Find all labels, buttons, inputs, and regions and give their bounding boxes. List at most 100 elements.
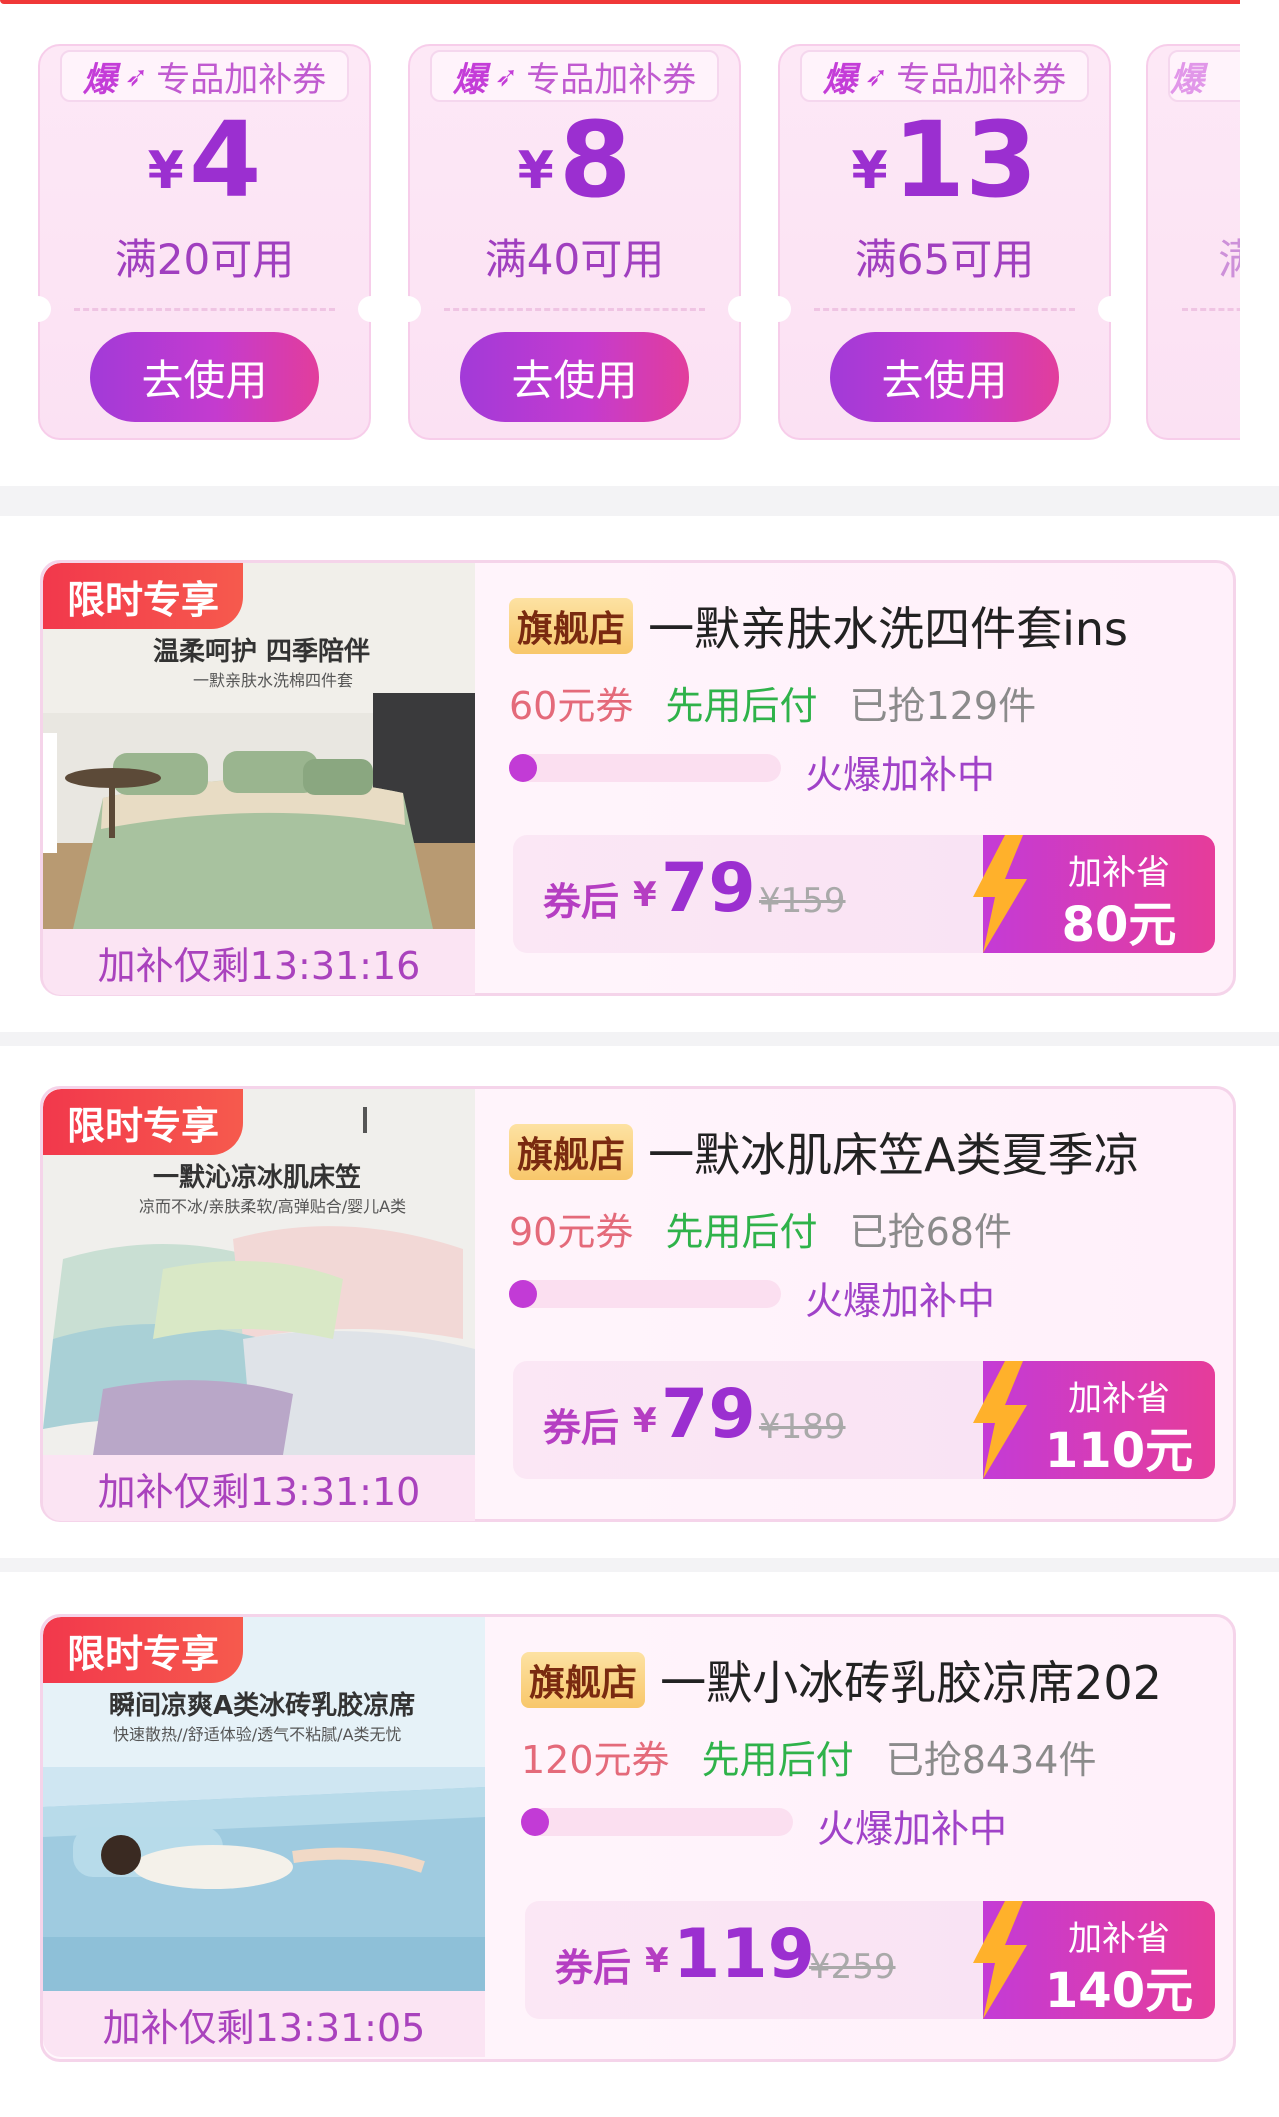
- coupon-condition: 满65可用: [854, 235, 1035, 284]
- coupon-card[interactable]: 爆 ➶ 专品加补券 ¥ 8 满40可用 去使用: [395, 44, 754, 440]
- save-amount: 110元: [1044, 1423, 1194, 1479]
- image-subline: 凉而不冰/亲肤柔软/高弹贴合/婴儿A类: [139, 1197, 407, 1216]
- countdown-timer: 加补仅剩13:31:10: [43, 1455, 475, 1521]
- coupon-amount: ¥ 13: [780, 108, 1109, 212]
- coupon-value-label: 90元券: [509, 1210, 634, 1254]
- bottom-spacer: [0, 2090, 1279, 2117]
- price-currency: ¥: [633, 875, 657, 915]
- product-card[interactable]: 限时专享 一默沁凉冰肌床笠 凉而不冰/亲肤柔软/高弹贴合/婴儿A类 加补仅剩13…: [40, 1086, 1236, 1522]
- flagship-badge: 旗舰店: [509, 598, 634, 654]
- progress-row: 火爆加补中: [509, 744, 1213, 797]
- price-currency: ¥: [645, 1941, 669, 1981]
- progress-fill: [521, 1808, 549, 1836]
- image-headline: 一默沁凉冰肌床笠: [153, 1163, 362, 1193]
- currency-symbol: ¥: [517, 141, 554, 201]
- progress-row: 火爆加补中: [521, 1798, 1213, 1851]
- limited-offer-badge: 限时专享: [43, 563, 244, 629]
- price-box[interactable]: 券后 ¥ 79 ¥189 加补省 110元: [513, 1361, 1215, 1479]
- progress-label: 火爆加补中: [817, 1807, 1008, 1851]
- coupon-tag-label: 专品加补券: [896, 59, 1067, 100]
- product-info: 旗舰店 一默小冰砖乳胶凉席202 120元券 先用后付 已抢8434件 火爆加补…: [521, 1647, 1213, 1851]
- pay-later-label: 先用后付: [701, 1738, 854, 1782]
- product-image[interactable]: 限时专享 一默沁凉冰肌床笠 凉而不冰/亲肤柔软/高弹贴合/婴儿A类: [43, 1089, 475, 1455]
- image-subline: 快速散热//舒适体验/透气不粘腻/A类无忧: [113, 1725, 402, 1744]
- section-gap: [0, 1558, 1279, 1572]
- use-coupon-button[interactable]: 去使用: [460, 332, 689, 422]
- after-coupon-label: 券后: [555, 1946, 632, 1990]
- subsidy-save-badge: 加补省 140元: [973, 1901, 1215, 2019]
- progress-bar: [509, 1280, 781, 1308]
- title-row: 旗舰店 一默冰肌床笠A类夏季凉: [509, 1119, 1213, 1185]
- coupon-notch: [358, 296, 384, 322]
- sold-count: 已抢68件: [849, 1210, 1012, 1254]
- hot-label: 爆: [452, 59, 487, 100]
- image-subline: 一默亲肤水洗棉四件套: [193, 671, 354, 690]
- progress-fill: [509, 754, 537, 782]
- currency-symbol: ¥: [851, 141, 888, 201]
- coupon-tag: 爆 ➶ 专品加补券: [430, 50, 719, 102]
- coupon-notch: [395, 296, 421, 322]
- after-coupon-label: 券后: [543, 880, 620, 924]
- original-price: ¥159: [759, 881, 846, 921]
- image-headline: 温柔呵护 四季陪伴: [153, 637, 371, 667]
- price-box[interactable]: 券后 ¥ 119 ¥259 加补省 140元: [525, 1901, 1215, 2019]
- coupon-tag: 爆 ➶ 专品加补券: [60, 50, 349, 102]
- coupon-value: 13: [892, 99, 1038, 221]
- section-gap: [0, 1032, 1279, 1046]
- product-image[interactable]: 限时专享 温柔呵护 四季陪伴 一默亲肤水洗棉四件套: [43, 563, 475, 929]
- limited-offer-badge: 限时专享: [43, 1617, 244, 1683]
- hot-label: 爆: [82, 59, 117, 100]
- sold-count: 已抢8434件: [885, 1738, 1097, 1782]
- product-title[interactable]: 一默冰肌床笠A类夏季凉: [648, 1119, 1139, 1185]
- progress-row: 火爆加补中: [509, 1270, 1213, 1323]
- bolt-icon: ➶: [494, 59, 519, 93]
- product-info: 旗舰店 一默冰肌床笠A类夏季凉 90元券 先用后付 已抢68件 火爆加补中: [509, 1119, 1213, 1323]
- coupon-value: 8: [558, 99, 632, 221]
- final-price: 119: [673, 1915, 815, 1994]
- product-title[interactable]: 一默小冰砖乳胶凉席202: [660, 1647, 1162, 1713]
- sold-count: 已抢129件: [849, 684, 1037, 728]
- pay-later-label: 先用后付: [665, 684, 818, 728]
- flagship-badge: 旗舰店: [521, 1652, 646, 1708]
- coupon-tag: 爆 ➶ 专品加补券: [800, 50, 1089, 102]
- currency-symbol: ¥: [147, 141, 184, 201]
- hot-label: 爆: [822, 59, 857, 100]
- price-box[interactable]: 券后 ¥ 79 ¥159 加补省 80元: [513, 835, 1215, 953]
- coupon-card[interactable]: 爆 ➶ 专品加补券 ¥ 13 满65可用 去使用: [765, 44, 1124, 440]
- product-title[interactable]: 一默亲肤水洗四件套ins: [648, 593, 1128, 659]
- product-info: 旗舰店 一默亲肤水洗四件套ins 60元券 先用后付 已抢129件 火爆加补中: [509, 593, 1213, 797]
- original-price: ¥189: [759, 1407, 846, 1447]
- coupon-condition: 满40可用: [484, 235, 665, 284]
- coupon-value-label: 120元券: [521, 1738, 670, 1782]
- use-coupon-button[interactable]: 去使用: [90, 332, 319, 422]
- coupon-notch: [728, 296, 754, 322]
- coupon-tag-label: 专品加补券: [526, 59, 697, 100]
- progress-label: 火爆加补中: [805, 1279, 996, 1323]
- product-card[interactable]: 限时专享 瞬间凉爽A类冰砖乳胶凉席 快速散热//舒适体验/透气不粘腻/A类无忧 …: [40, 1614, 1236, 2062]
- coupon-strip-edge: [1240, 0, 1279, 486]
- coupon-amount: ¥ 4: [40, 108, 369, 212]
- final-price: 79: [661, 1375, 756, 1454]
- image-headline: 瞬间凉爽A类冰砖乳胶凉席: [109, 1691, 416, 1721]
- use-coupon-button[interactable]: 去使用: [830, 332, 1059, 422]
- coupon-value: 4: [188, 99, 262, 221]
- meta-row: 60元券 先用后付 已抢129件: [509, 675, 1213, 730]
- coupon-value-label: 60元券: [509, 684, 634, 728]
- title-row: 旗舰店 一默小冰砖乳胶凉席202: [521, 1647, 1213, 1713]
- subsidy-save-badge: 加补省 80元: [973, 835, 1215, 953]
- countdown-timer: 加补仅剩13:31:05: [43, 1991, 485, 2057]
- product-card[interactable]: 限时专享 温柔呵护 四季陪伴 一默亲肤水洗棉四件套 加补仅剩13:31:16 旗…: [40, 560, 1236, 996]
- coupon-notch: [25, 296, 51, 322]
- bolt-icon: ➶: [864, 59, 889, 93]
- progress-fill: [509, 1280, 537, 1308]
- flagship-badge: 旗舰店: [509, 1124, 634, 1180]
- save-amount: 140元: [1044, 1963, 1194, 2019]
- coupon-card[interactable]: 爆 ➶ 专品加补券 ¥ 4 满20可用 去使用: [25, 44, 384, 440]
- product-image[interactable]: 限时专享 瞬间凉爽A类冰砖乳胶凉席 快速散热//舒适体验/透气不粘腻/A类无忧: [43, 1617, 485, 1991]
- final-price: 79: [661, 849, 756, 928]
- meta-row: 120元券 先用后付 已抢8434件: [521, 1729, 1213, 1784]
- coupon-divider: [444, 308, 705, 311]
- price-currency: ¥: [633, 1401, 657, 1441]
- top-divider: [0, 0, 1279, 4]
- coupon-notch: [765, 296, 791, 322]
